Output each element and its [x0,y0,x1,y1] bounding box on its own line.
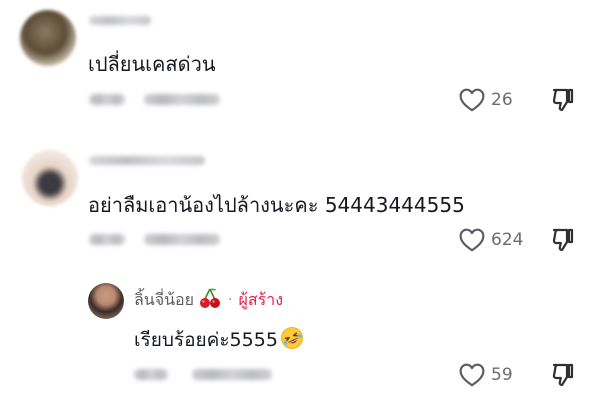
dislike-button[interactable] [552,363,574,387]
reply-text: เรียบร้อยค่ะ5555 [134,329,278,351]
blurred-reply-link[interactable] [144,234,220,245]
like-button[interactable]: 59 [459,363,513,387]
comment-text: อย่าลืมเอาน้องไปล้างนะคะ 54443444555 [88,193,465,217]
blurred-reply-link[interactable] [192,369,272,380]
blurred-username[interactable] [89,156,205,165]
comment-text: เปลี่ยนเคสด่วน [88,52,216,76]
avatar[interactable] [20,10,76,66]
like-count: 59 [491,365,513,385]
rolling-on-floor-laughing-emoji-icon [280,326,304,355]
heart-outline-icon [459,363,485,387]
thumbs-down-icon [552,228,574,252]
like-button[interactable]: 26 [459,88,513,112]
dislike-button[interactable] [552,228,574,252]
avatar[interactable] [22,150,78,206]
dislike-button[interactable] [552,88,574,112]
heart-outline-icon [459,228,485,252]
cherry-emoji-icon [198,287,222,313]
blurred-username[interactable] [89,16,151,25]
blurred-timestamp [134,369,168,380]
blurred-timestamp [89,94,125,105]
heart-outline-icon [459,88,485,112]
separator-dot: · [228,292,233,308]
like-button[interactable]: 624 [459,228,523,252]
blurred-reply-link[interactable] [144,94,220,105]
creator-badge: ผู้สร้าง [238,289,284,309]
avatar[interactable] [88,283,124,319]
thumbs-down-icon [552,88,574,112]
like-count: 26 [491,90,513,110]
reply-text-line: เรียบร้อยค่ะ5555 [134,325,304,355]
reply-author-name[interactable]: ลิ้นจี่น้อย [134,288,194,313]
blurred-timestamp [89,234,125,245]
thumbs-down-icon [552,363,574,387]
reply-author-line: ลิ้นจี่น้อย · ผู้สร้าง [134,287,283,313]
like-count: 624 [491,230,524,250]
